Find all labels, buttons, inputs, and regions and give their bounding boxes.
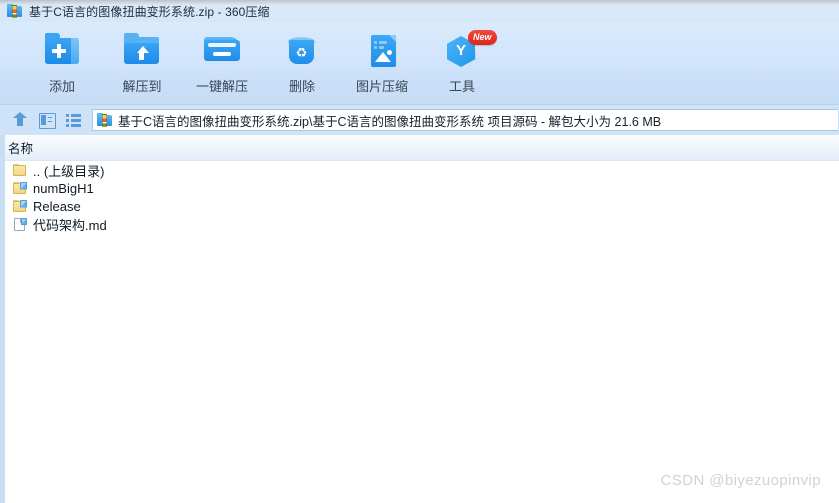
navigation-bar: 基于C语言的图像扭曲变形系统.zip\基于C语言的图像扭曲变形系统 项目源码 -…: [0, 105, 839, 135]
extract-to-button-label: 解压到: [122, 79, 162, 94]
image-file-icon: [362, 30, 402, 72]
up-arrow-icon[interactable]: [8, 108, 32, 132]
one-click-extract-button[interactable]: 一键解压: [182, 27, 262, 103]
folder-up-icon: [122, 30, 162, 72]
new-badge: New: [468, 30, 497, 45]
address-bar[interactable]: 基于C语言的图像扭曲变形系统.zip\基于C语言的图像扭曲变形系统 项目源码 -…: [92, 109, 838, 131]
window-title: 基于C语言的图像扭曲变形系统.zip - 360压缩: [29, 4, 270, 19]
zip-folder-icon: [13, 199, 29, 214]
delete-button-label: 删除: [288, 79, 315, 94]
main-toolbar: 添加 解压到 一键解压 ♻ 删除 图片压缩 Y New 工具: [0, 22, 839, 105]
zip-folder-icon: [97, 112, 113, 128]
file-name: .. (上级目录): [33, 163, 105, 179]
one-click-extract-button-label: 一键解压: [195, 79, 248, 94]
list-item[interactable]: Release: [5, 197, 839, 215]
list-view-icon[interactable]: [62, 108, 86, 132]
title-bar: 基于C语言的图像扭曲变形系统.zip - 360压缩: [0, 0, 839, 22]
add-button-label: 添加: [48, 79, 75, 94]
list-item[interactable]: 代码架构.md: [5, 215, 839, 233]
image-compress-button-label: 图片压缩: [355, 79, 408, 94]
file-name: 代码架构.md: [33, 217, 107, 233]
folder-icon: [13, 163, 29, 178]
list-item[interactable]: .. (上级目录): [5, 161, 839, 179]
trash-recycle-icon: ♻: [282, 30, 322, 72]
file-name: Release: [33, 198, 81, 214]
zip-folder-icon: [7, 3, 23, 19]
delete-button[interactable]: ♻ 删除: [262, 27, 342, 103]
app-window: 基于C语言的图像扭曲变形系统.zip - 360压缩 添加 解压到 一键解压 ♻…: [0, 0, 839, 503]
tools-button[interactable]: Y New 工具: [422, 27, 502, 103]
address-bar-value: 基于C语言的图像扭曲变形系统.zip\基于C语言的图像扭曲变形系统 项目源码 -…: [118, 114, 662, 129]
list-item[interactable]: numBigH1: [5, 179, 839, 197]
image-compress-button[interactable]: 图片压缩: [342, 27, 422, 103]
column-header-row: 名称: [5, 135, 839, 161]
watermark: CSDN @biyezuopinvip: [660, 472, 821, 489]
zip-folder-icon: [13, 181, 29, 196]
folder-minus-icon: [202, 30, 242, 72]
tools-button-label: 工具: [448, 79, 475, 94]
document-icon: [13, 217, 29, 232]
folder-plus-icon: [42, 30, 82, 72]
file-list[interactable]: .. (上级目录) numBigH1 Release 代码架构.md: [5, 161, 839, 503]
preview-pane-icon[interactable]: [35, 108, 59, 132]
add-button[interactable]: 添加: [22, 27, 102, 103]
cube-tools-icon: Y New: [442, 30, 497, 72]
extract-to-button[interactable]: 解压到: [102, 27, 182, 103]
file-name: numBigH1: [33, 180, 94, 196]
column-header-name[interactable]: 名称: [5, 138, 33, 157]
